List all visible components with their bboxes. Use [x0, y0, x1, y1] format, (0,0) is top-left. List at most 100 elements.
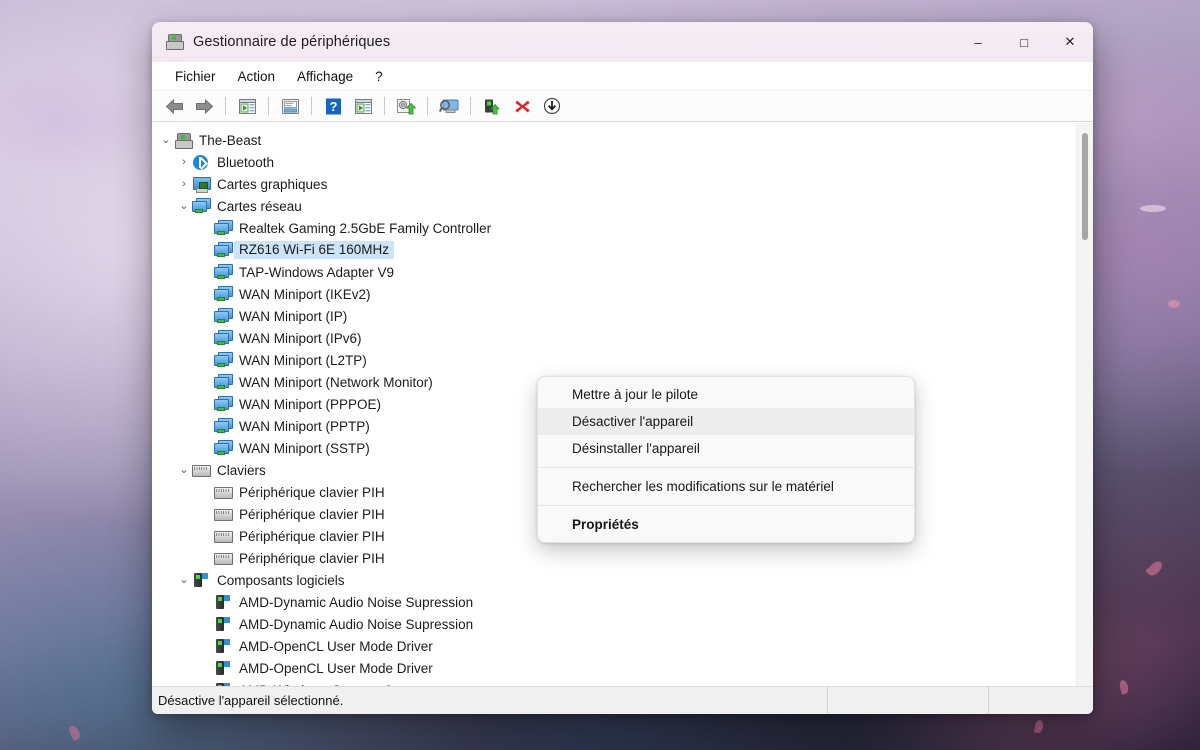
software-component-icon — [214, 594, 232, 610]
wallpaper-petal — [1140, 205, 1166, 212]
forward-arrow-icon[interactable] — [190, 93, 218, 119]
maximize-button[interactable]: □ — [1001, 22, 1047, 62]
minimize-button[interactable]: – — [955, 22, 1001, 62]
menu-action[interactable]: Action — [227, 65, 287, 88]
tree-item-device[interactable]: WAN Miniport (IP) — [152, 305, 1076, 327]
software-component-icon — [214, 660, 232, 676]
vertical-scrollbar[interactable] — [1076, 123, 1093, 686]
toolbar-separator — [225, 97, 226, 115]
tree-item-label: Périphérique clavier PIH — [239, 484, 385, 500]
tree-item-device[interactable]: AMD-OpenCL User Mode Driver — [152, 635, 1076, 657]
tree-item-device[interactable]: TAP-Windows Adapter V9 — [152, 261, 1076, 283]
keyboard-icon — [214, 550, 233, 566]
network-adapter-icon — [214, 352, 233, 368]
tree-item-device[interactable]: AMD-Windows Support Components — [152, 679, 1076, 686]
disable-device-icon[interactable] — [538, 93, 566, 119]
tree-item-device[interactable]: Périphérique clavier PIH — [152, 547, 1076, 569]
tree-item-label: WAN Miniport (PPPOE) — [239, 396, 382, 412]
tree-item-display-adapters[interactable]: › Cartes graphiques — [152, 173, 1076, 195]
tree-item-label: Périphérique clavier PIH — [239, 506, 385, 522]
uninstall-device-icon[interactable] — [508, 93, 536, 119]
tree-item-label: AMD-Windows Support Components — [239, 683, 460, 687]
network-adapter-icon — [214, 286, 233, 302]
network-adapter-icon — [214, 374, 233, 390]
tree-item-label: WAN Miniport (IKEv2) — [239, 286, 371, 302]
tree-item-device[interactable]: WAN Miniport (IPv6) — [152, 327, 1076, 349]
tree-item-device[interactable]: AMD-Dynamic Audio Noise Supression — [152, 613, 1076, 635]
chevron-down-icon[interactable]: ⌄ — [176, 464, 192, 476]
window-title: Gestionnaire de périphériques — [193, 34, 391, 50]
scrollbar-thumb[interactable] — [1082, 133, 1088, 240]
ctx-scan-hardware-changes[interactable]: Rechercher les modifications sur le maté… — [538, 473, 914, 500]
status-pane-secondary — [827, 687, 988, 714]
close-button[interactable]: ✕ — [1047, 22, 1093, 62]
tree-item-label: Cartes réseau — [217, 198, 302, 214]
update-driver-icon[interactable] — [392, 93, 420, 119]
software-component-icon — [214, 616, 232, 632]
tree-item-label: WAN Miniport (PPTP) — [239, 418, 370, 434]
ctx-properties[interactable]: Propriétés — [538, 511, 914, 538]
menu-aide[interactable]: ? — [364, 65, 394, 88]
chevron-down-icon[interactable]: ⌄ — [176, 574, 192, 586]
scan-hardware-changes-icon[interactable] — [349, 93, 377, 119]
statusbar: Désactive l'appareil sélectionné. — [152, 686, 1093, 714]
tree-item-label: Claviers — [217, 462, 266, 478]
svg-text:?: ? — [329, 99, 337, 114]
tree-item-network-adapters[interactable]: ⌄ Cartes réseau — [152, 195, 1076, 217]
network-adapter-icon — [214, 330, 233, 346]
view-devices-icon[interactable] — [435, 93, 463, 119]
display-adapter-icon — [192, 176, 211, 193]
device-manager-icon — [165, 33, 184, 51]
tree-item-software-components[interactable]: ⌄ Composants logiciels — [152, 569, 1076, 591]
tree-item-device-selected[interactable]: RZ616 Wi-Fi 6E 160MHz — [152, 239, 1076, 261]
device-tree-area: ⌄ The-Beast › Bluetooth › Cartes graphiq… — [152, 122, 1093, 686]
tree-item-label: RZ616 Wi-Fi 6E 160MHz — [234, 241, 395, 259]
tree-item-bluetooth[interactable]: › Bluetooth — [152, 151, 1076, 173]
bluetooth-icon — [192, 154, 210, 170]
tree-item-device[interactable]: WAN Miniport (L2TP) — [152, 349, 1076, 371]
tree-item-label: Cartes graphiques — [217, 176, 328, 192]
tree-item-label: AMD-OpenCL User Mode Driver — [239, 660, 433, 676]
tree-item-label: Realtek Gaming 2.5GbE Family Controller — [239, 220, 492, 236]
network-adapter-icon — [214, 418, 233, 434]
tree-item-label: Bluetooth — [217, 154, 275, 170]
tree-item-label: Périphérique clavier PIH — [239, 550, 385, 566]
network-adapter-icon — [214, 440, 233, 456]
window-titlebar[interactable]: Gestionnaire de périphériques – □ ✕ — [152, 22, 1093, 62]
context-menu-separator — [538, 505, 914, 506]
tree-item-device[interactable]: AMD-Dynamic Audio Noise Supression — [152, 591, 1076, 613]
chevron-down-icon[interactable]: ⌄ — [158, 134, 174, 146]
tree-item-device[interactable]: WAN Miniport (IKEv2) — [152, 283, 1076, 305]
tree-item-label: The-Beast — [199, 132, 262, 148]
software-component-icon — [192, 572, 210, 588]
network-adapter-icon — [214, 264, 233, 280]
help-icon[interactable]: ? — [319, 93, 347, 119]
network-adapter-icon — [214, 396, 233, 412]
enable-device-icon[interactable] — [478, 93, 506, 119]
toolbar-separator — [311, 97, 312, 115]
menu-affichage[interactable]: Affichage — [286, 65, 364, 88]
ctx-update-driver[interactable]: Mettre à jour le pilote — [538, 381, 914, 408]
tree-item-label: WAN Miniport (IP) — [239, 308, 348, 324]
tree-item-label: WAN Miniport (IPv6) — [239, 330, 362, 346]
device-tree[interactable]: ⌄ The-Beast › Bluetooth › Cartes graphiq… — [152, 123, 1076, 686]
tree-item-device[interactable]: AMD-OpenCL User Mode Driver — [152, 657, 1076, 679]
toolbar-separator — [268, 97, 269, 115]
keyboard-icon — [192, 462, 211, 478]
ctx-uninstall-device[interactable]: Désinstaller l'appareil — [538, 435, 914, 462]
menu-fichier[interactable]: Fichier — [164, 65, 227, 88]
tree-item-label: AMD-Dynamic Audio Noise Supression — [239, 594, 474, 610]
chevron-right-icon[interactable]: › — [176, 178, 192, 190]
context-menu[interactable]: Mettre à jour le pilote Désactiver l'app… — [537, 376, 915, 543]
back-arrow-icon[interactable] — [160, 93, 188, 119]
tree-item-device[interactable]: Realtek Gaming 2.5GbE Family Controller — [152, 217, 1076, 239]
chevron-right-icon[interactable]: › — [176, 156, 192, 168]
chevron-down-icon[interactable]: ⌄ — [176, 200, 192, 212]
software-component-icon — [214, 638, 232, 654]
ctx-disable-device[interactable]: Désactiver l'appareil — [538, 408, 914, 435]
tree-item-root[interactable]: ⌄ The-Beast — [152, 129, 1076, 151]
show-hidden-devices-icon[interactable] — [233, 93, 261, 119]
properties-icon[interactable] — [276, 93, 304, 119]
network-adapter-icon — [214, 308, 233, 324]
tree-item-label: Composants logiciels — [217, 572, 345, 588]
